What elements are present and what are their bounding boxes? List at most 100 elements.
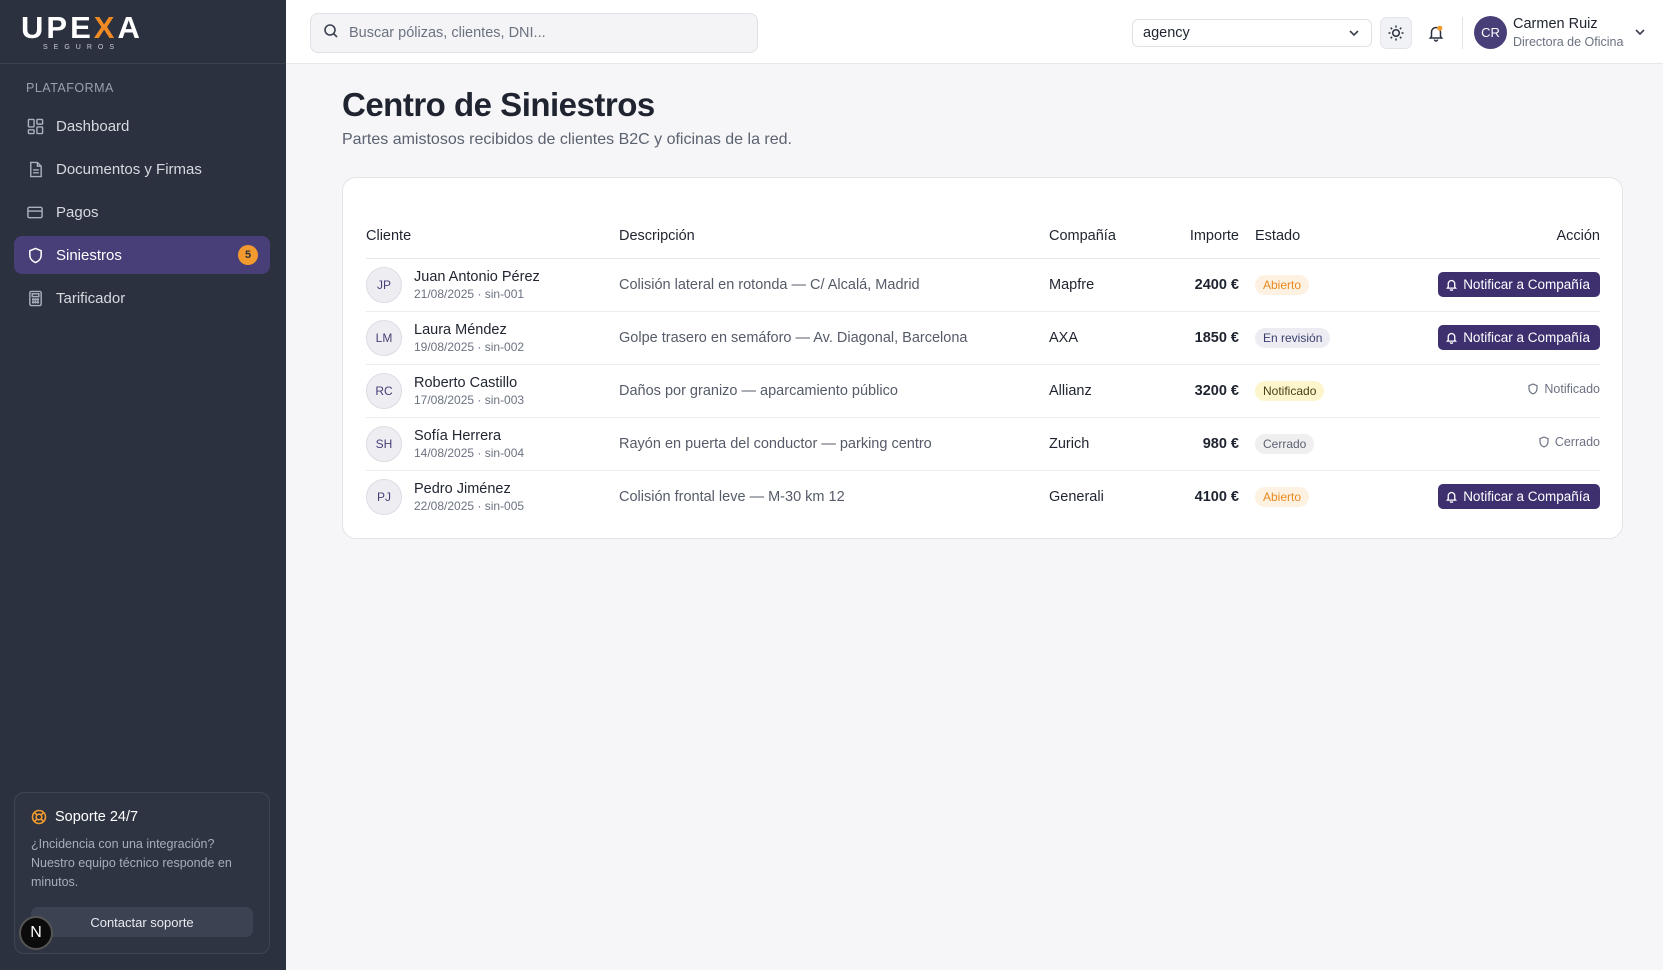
status-badge: Cerrado [1255,433,1315,454]
claim-company: Generali [1049,488,1104,505]
client-name: Laura Méndez [414,321,507,338]
bell-icon [1445,331,1458,344]
claim-description: Golpe trasero en semáforo — Av. Diagonal… [619,311,1049,365]
table-row[interactable]: SH Sofía Herrera 14/08/2025 · sin-004 Ra… [366,417,1600,471]
status-badge: Abierto [1255,274,1310,295]
client-meta: 19/08/2025 · sin-002 [414,339,525,354]
claim-company: Allianz [1049,364,1169,418]
client-name: Roberto Castillo [414,374,518,391]
avatar[interactable]: CR [1474,16,1507,49]
credit-card-icon [26,203,44,221]
lifebuoy-icon [31,809,47,825]
claims-card: Cliente Descripción Compañía Importe Est… [342,177,1623,539]
shield-icon [1527,383,1539,395]
avatar: RC [366,372,402,409]
claims-table: Cliente Descripción Compañía Importe Est… [366,214,1600,523]
client-meta: 14/08/2025 · sin-004 [414,445,525,460]
client-meta: 21/08/2025 · sin-001 [414,286,525,301]
notify-company-button[interactable]: Notificar a Compañía [1438,484,1600,510]
support-text: ¿Incidencia con una integración? Nuestro… [31,837,232,889]
column-header-amount: Importe [1169,214,1255,259]
client-cell: SH Sofía Herrera 14/08/2025 · sin-004 [366,425,619,462]
calculator-icon [26,289,44,307]
user-name[interactable]: Carmen Ruiz [1513,16,1598,32]
client-cell: JP Juan Antonio Pérez 21/08/2025 · sin-0… [366,266,619,303]
table-row[interactable]: RC Roberto Castillo 17/08/2025 · sin-003… [366,364,1600,418]
avatar: SH [366,425,402,462]
claim-company: AXA [1049,311,1169,365]
client-name: Sofía Herrera [414,427,502,444]
notifications-button[interactable] [1420,17,1452,49]
agency-select[interactable]: agency [1132,19,1372,47]
sidebar-nav: Dashboard Documentos y Firmas Pagos Sini… [14,107,270,322]
bell-icon [1427,24,1445,42]
client-cell: LM Laura Méndez 19/08/2025 · sin-002 [366,319,619,356]
claim-company: Mapfre [1049,258,1169,312]
sidebar-item-siniestros[interactable]: Siniestros 5 [14,236,270,274]
client-name: Juan Antonio Pérez [414,268,540,285]
sidebar-item-label: Documentos y Firmas [56,160,202,178]
chevron-down-icon [1347,26,1361,44]
section-label: PLATAFORMA [26,81,114,95]
claim-amount: 4100 € [1194,488,1239,505]
column-header-status: Estado [1255,214,1375,259]
client-cell: RC Roberto Castillo 17/08/2025 · sin-003 [366,372,619,409]
avatar: JP [366,266,402,303]
closed-label: Cerrado [1538,435,1600,449]
logo[interactable]: UPEXA SEGUROS [0,0,286,64]
count-badge: 5 [238,245,258,265]
floating-n-badge[interactable]: N [19,916,53,950]
claim-description: Colisión frontal leve — M-30 km 12 [619,488,845,505]
table-row[interactable]: JP Juan Antonio Pérez 21/08/2025 · sin-0… [366,258,1600,312]
bell-icon [1445,490,1458,504]
sidebar-item-tarificador[interactable]: Tarificador [14,279,270,317]
grid-icon [26,117,44,135]
shield-icon [1538,436,1550,448]
claim-amount: 1850 € [1169,311,1255,365]
sidebar: UPEXA SEGUROS PLATAFORMA Dashboard Docum… [0,0,286,970]
claim-description: Colisión lateral en rotonda — C/ Alcalá,… [619,258,1049,312]
search-icon [323,23,339,44]
topbar: agency CR Carmen Ruiz Directora de Ofici… [286,0,1663,64]
page-subtitle: Partes amistosos recibidos de clientes B… [342,131,792,148]
table-row[interactable]: PJ Pedro Jiménez 22/08/2025 · sin-005 Co… [366,470,1600,523]
column-header-description: Descripción [619,214,1049,259]
notify-company-button[interactable]: Notificar a Compañía [1438,272,1600,297]
claim-description: Rayón en puerta del conductor — parking … [619,417,1049,471]
claim-amount: 980 € [1169,417,1255,471]
status-badge: Abierto [1255,486,1310,507]
sidebar-item-label: Siniestros [56,246,122,264]
status-badge: En revisión [1255,327,1331,348]
sidebar-item-pagos[interactable]: Pagos [14,193,270,231]
contact-support-button[interactable]: Contactar soporte [31,907,253,937]
select-value: agency [1143,25,1190,41]
client-meta: 22/08/2025 · sin-005 [414,498,525,513]
sidebar-item-documentos[interactable]: Documentos y Firmas [14,150,270,188]
page-title: Centro de Siniestros [342,86,655,123]
shield-icon [26,246,44,264]
claim-company: Zurich [1049,417,1169,471]
user-role: Directora de Oficina [1513,35,1624,49]
support-title: Soporte 24/7 [31,809,253,825]
sidebar-item-dashboard[interactable]: Dashboard [14,107,270,145]
sidebar-item-label: Tarificador [56,289,126,307]
notified-label: Notificado [1527,382,1600,396]
logo-wordmark: UPEXA [21,10,143,45]
search-box[interactable] [310,13,758,53]
bell-icon [1445,278,1458,291]
status-badge: Notificado [1255,380,1325,401]
sun-icon [1387,24,1405,42]
sidebar-item-label: Pagos [56,203,99,221]
claim-amount: 3200 € [1169,364,1255,418]
claim-amount: 2400 € [1169,258,1255,312]
client-cell: PJ Pedro Jiménez 22/08/2025 · sin-005 [366,478,619,515]
avatar: PJ [366,478,402,515]
theme-toggle-button[interactable] [1380,17,1412,49]
notify-company-button[interactable]: Notificar a Compañía [1438,325,1600,350]
client-name: Pedro Jiménez [414,480,511,497]
search-input[interactable] [349,25,749,41]
chevron-down-icon[interactable] [1633,25,1647,44]
column-header-action: Acción [1375,214,1600,259]
logo-subtitle: SEGUROS [43,44,121,51]
table-row[interactable]: LM Laura Méndez 19/08/2025 · sin-002 Gol… [366,311,1600,365]
